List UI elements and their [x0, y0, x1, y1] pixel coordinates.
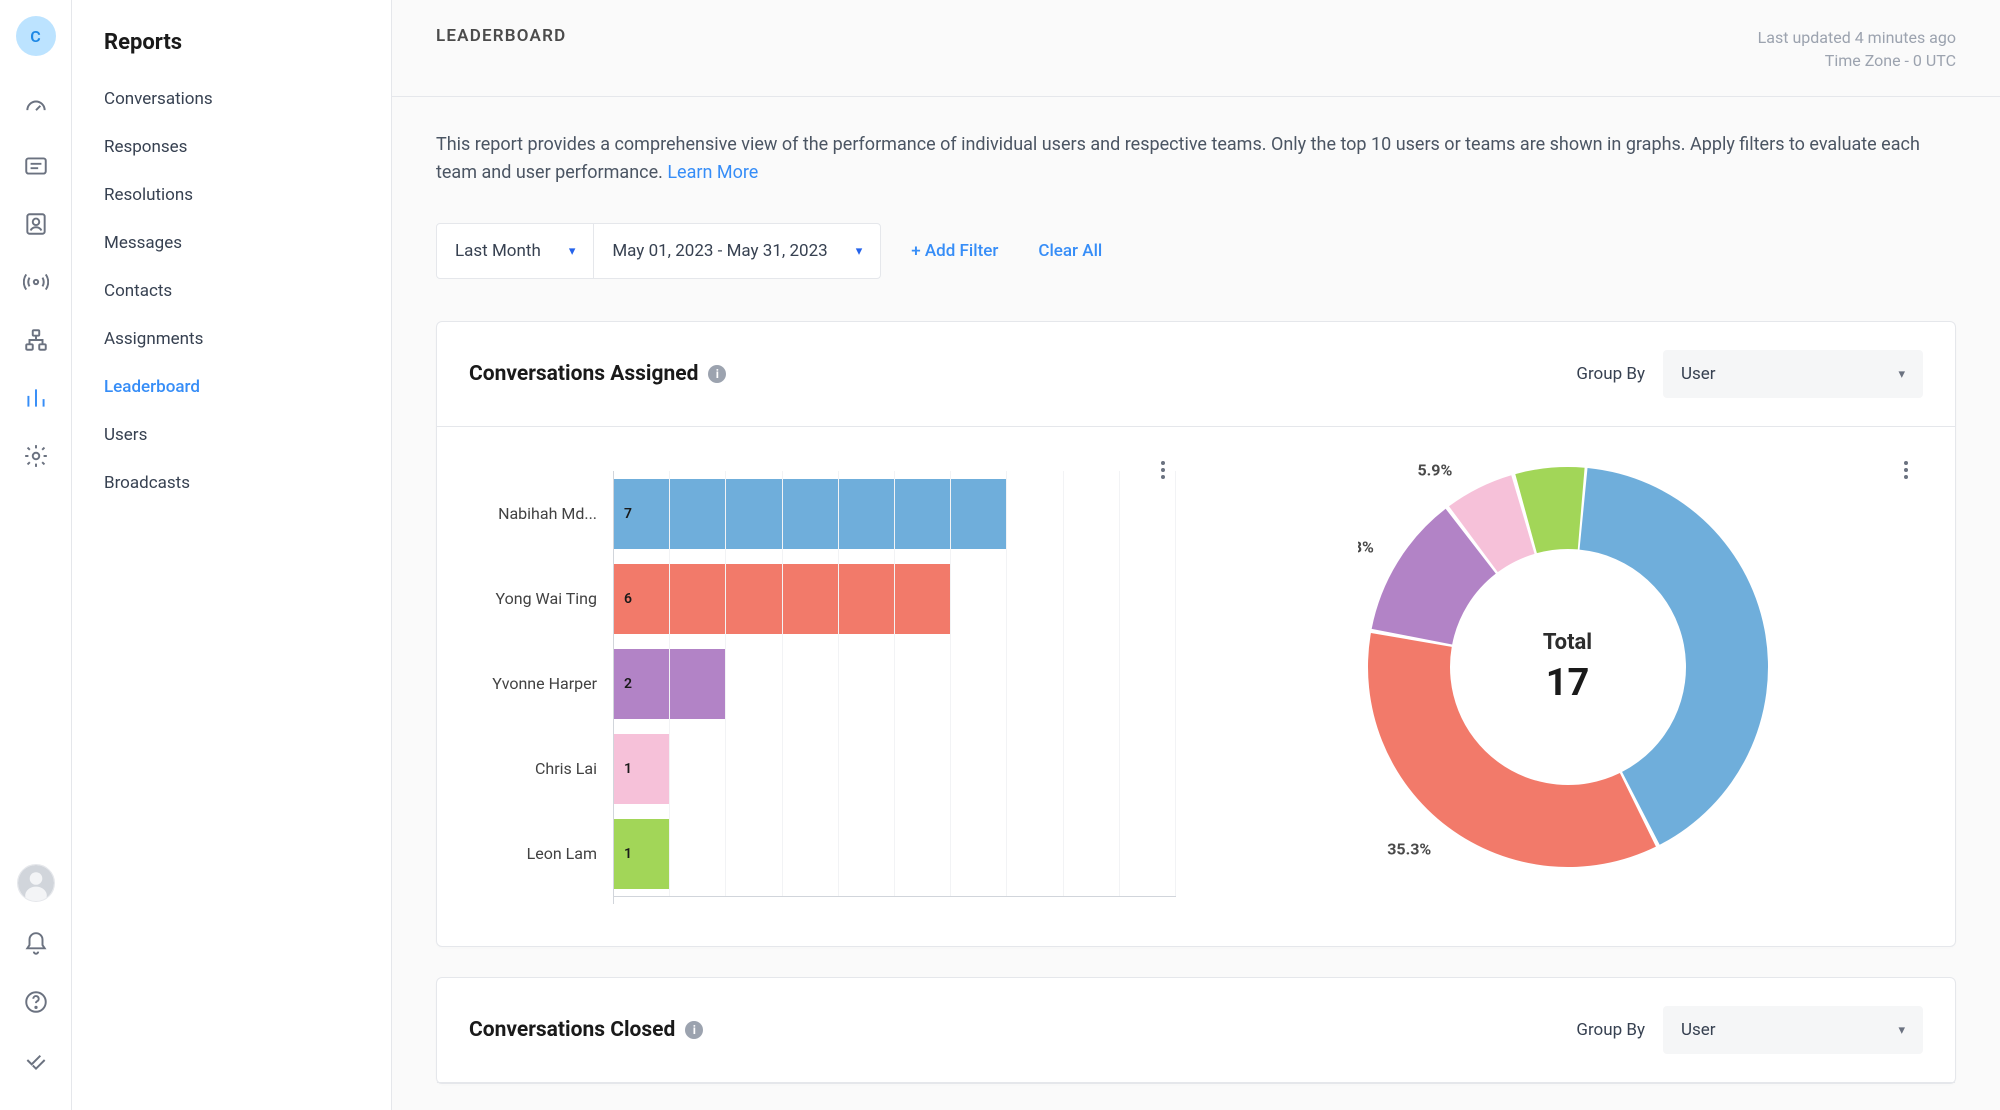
bar-row: Yvonne Harper2 — [463, 641, 1176, 726]
broadcast-icon — [23, 269, 49, 295]
group-by-value: User — [1681, 1020, 1716, 1040]
donut-total-label: Total — [1543, 630, 1592, 655]
chevron-down-icon: ▾ — [856, 244, 863, 259]
info-icon[interactable]: i — [708, 365, 726, 383]
sidebar-item-messages[interactable]: Messages — [72, 219, 391, 267]
page-title: LEADERBOARD — [436, 26, 566, 46]
date-range-label: May 01, 2023 - May 31, 2023 — [612, 241, 827, 261]
group-by-label: Group By — [1576, 1020, 1645, 1040]
report-description: This report provides a comprehensive vie… — [392, 97, 2000, 187]
donut-center: Total 17 — [1358, 457, 1778, 877]
bar-row: Chris Lai1 — [463, 726, 1176, 811]
checkmarks-icon — [23, 1047, 49, 1073]
bar-label: Yvonne Harper — [463, 674, 613, 693]
sidebar-item-assignments[interactable]: Assignments — [72, 315, 391, 363]
rail-item-notifications[interactable] — [12, 920, 60, 968]
rail-item-help[interactable] — [12, 978, 60, 1026]
main-header: LEADERBOARD Last updated 4 minutes ago T… — [392, 0, 2000, 97]
donut-panel: 41.2%35.3%11.8%5.9%5.9% Total 17 — [1206, 447, 1929, 912]
bar-fill: 7 — [614, 479, 1007, 549]
user-avatar[interactable] — [17, 864, 55, 902]
description-text: This report provides a comprehensive vie… — [436, 134, 1920, 183]
last-updated: Last updated 4 minutes ago — [1758, 26, 1956, 49]
bar-label: Yong Wai Ting — [463, 589, 613, 608]
rail-item-settings[interactable] — [12, 432, 60, 480]
rail-item-contacts[interactable] — [12, 200, 60, 248]
bar-fill: 1 — [614, 734, 670, 804]
group-by-value: User — [1681, 364, 1716, 384]
bar-chart: Nabihah Md...7Yong Wai Ting6Yvonne Harpe… — [463, 447, 1186, 912]
rail-item-dashboard[interactable] — [12, 84, 60, 132]
help-icon — [23, 989, 49, 1015]
period-label: Last Month — [455, 241, 541, 261]
chevron-down-icon: ▾ — [1898, 1023, 1905, 1038]
rail-item-broadcast[interactable] — [12, 258, 60, 306]
gear-icon — [23, 443, 49, 469]
group-by-label: Group By — [1576, 364, 1645, 384]
rail-item-inbox[interactable] — [12, 142, 60, 190]
gauge-icon — [23, 95, 49, 121]
clear-all-button[interactable]: Clear All — [1028, 233, 1112, 269]
date-range-select[interactable]: May 01, 2023 - May 31, 2023 ▾ — [593, 224, 880, 278]
sidebar-title: Reports — [72, 30, 391, 75]
bar-fill: 1 — [614, 819, 670, 889]
header-meta: Last updated 4 minutes ago Time Zone - 0… — [1758, 26, 1956, 72]
rail-item-reports[interactable] — [12, 374, 60, 422]
chart-icon — [23, 385, 49, 411]
period-select[interactable]: Last Month ▾ — [437, 224, 593, 278]
card-conversations-closed: Conversations Closed i Group By User ▾ — [436, 977, 1956, 1084]
add-filter-button[interactable]: + Add Filter — [901, 233, 1008, 269]
chevron-down-icon: ▾ — [1898, 367, 1905, 382]
bar-row: Leon Lam1 — [463, 811, 1176, 896]
learn-more-link[interactable]: Learn More — [667, 162, 758, 183]
info-icon[interactable]: i — [685, 1021, 703, 1039]
sidebar-item-contacts[interactable]: Contacts — [72, 267, 391, 315]
icon-rail: C — [0, 0, 72, 1110]
bar-chart-panel: Nabihah Md...7Yong Wai Ting6Yvonne Harpe… — [463, 447, 1186, 912]
bar-label: Chris Lai — [463, 759, 613, 778]
contact-icon — [23, 211, 49, 237]
bar-row: Nabihah Md...7 — [463, 471, 1176, 556]
date-filter: Last Month ▾ May 01, 2023 - May 31, 2023… — [436, 223, 881, 279]
sidebar-item-resolutions[interactable]: Resolutions — [72, 171, 391, 219]
sidebar-item-conversations[interactable]: Conversations — [72, 75, 391, 123]
bar-fill: 6 — [614, 564, 951, 634]
card-conversations-assigned: Conversations Assigned i Group By User ▾… — [436, 321, 1956, 947]
donut-total-value: 17 — [1546, 661, 1590, 705]
sidebar-item-leaderboard[interactable]: Leaderboard — [72, 363, 391, 411]
donut-chart: 41.2%35.3%11.8%5.9%5.9% Total 17 — [1358, 457, 1778, 877]
bar-fill: 2 — [614, 649, 726, 719]
card-title: Conversations Closed — [469, 1018, 675, 1042]
bar-label: Nabihah Md... — [463, 504, 613, 523]
rail-item-workflows[interactable] — [12, 316, 60, 364]
workspace-avatar[interactable]: C — [16, 16, 56, 56]
rail-item-brand[interactable] — [12, 1036, 60, 1084]
sidebar-item-responses[interactable]: Responses — [72, 123, 391, 171]
sidebar-item-users[interactable]: Users — [72, 411, 391, 459]
group-by-select[interactable]: User ▾ — [1663, 350, 1923, 398]
bar-row: Yong Wai Ting6 — [463, 556, 1176, 641]
kebab-menu[interactable] — [1891, 455, 1921, 485]
timezone: Time Zone - 0 UTC — [1758, 49, 1956, 72]
chevron-down-icon: ▾ — [569, 244, 576, 259]
group-by-select[interactable]: User ▾ — [1663, 1006, 1923, 1054]
bell-icon — [23, 931, 49, 957]
message-icon — [23, 153, 49, 179]
bar-label: Leon Lam — [463, 844, 613, 863]
sidebar-item-broadcasts[interactable]: Broadcasts — [72, 459, 391, 507]
card-title: Conversations Assigned — [469, 362, 698, 386]
sitemap-icon — [23, 327, 49, 353]
filter-bar: Last Month ▾ May 01, 2023 - May 31, 2023… — [392, 187, 2000, 321]
main: LEADERBOARD Last updated 4 minutes ago T… — [392, 0, 2000, 1110]
sidebar: Reports ConversationsResponsesResolution… — [72, 0, 392, 1110]
